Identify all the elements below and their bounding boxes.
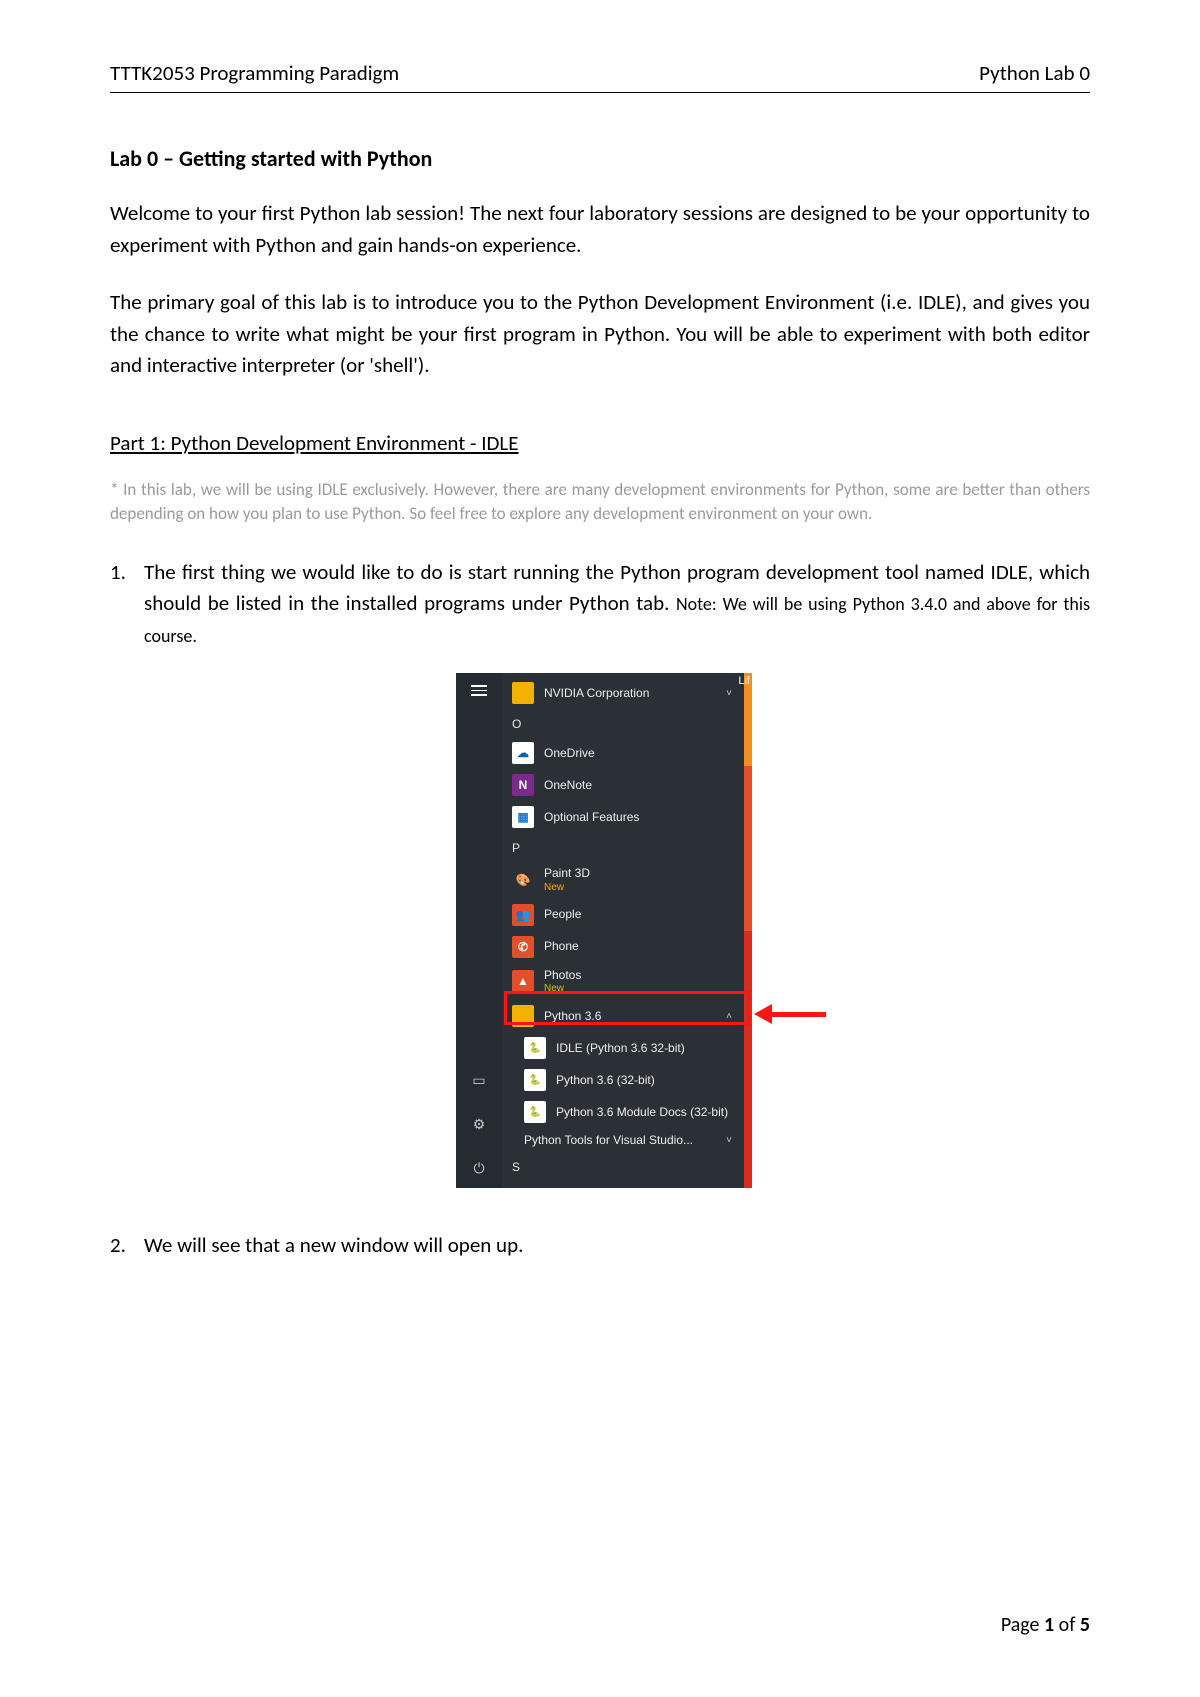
app-label: People [544,907,734,921]
app-people[interactable]: 👥 People [502,899,744,931]
start-rail: ▭ ⚙ ⏻ [456,673,502,1188]
settings-icon[interactable]: ⚙ [471,1116,487,1132]
header-right: Python Lab 0 [979,60,1090,86]
app-photos[interactable]: ▲ PhotosNew [502,963,744,1000]
folder-icon [512,682,534,704]
app-label: PhotosNew [544,968,734,995]
step-body: We will see that a new window will open … [144,1230,1090,1262]
tile-strip [744,673,752,1188]
footer-prefix: Page [1001,1613,1044,1637]
step-1: 1. The first thing we would like to do i… [110,557,1090,652]
app-python-docs[interactable]: 🐍 Python 3.6 Module Docs (32-bit) [502,1096,744,1128]
intro-para-1: Welcome to your first Python lab session… [110,198,1090,261]
chevron-up-icon: ˄ [726,1011,734,1022]
hamburger-icon[interactable] [471,685,487,696]
folder-icon [512,1005,534,1027]
optional-icon: ▦ [512,806,534,828]
letter-header-o[interactable]: O [502,709,744,737]
app-label: OneDrive [544,746,734,760]
step-2: 2. We will see that a new window will op… [110,1230,1090,1262]
footer-current: 1 [1044,1613,1054,1637]
start-menu: ▭ ⚙ ⏻ NVIDIA Corporation ˅ Lif O ☁ [456,673,744,1188]
tile-hint: Lif [738,675,750,687]
python-file-icon: 🐍 [524,1101,546,1123]
app-paint3d[interactable]: 🎨 Paint 3DNew [502,861,744,898]
app-label: Python 3.6 (32-bit) [556,1073,734,1087]
lab-title: Lab 0 – Getting started with Python [110,145,1090,172]
start-menu-screenshot: ▭ ⚙ ⏻ NVIDIA Corporation ˅ Lif O ☁ [110,673,1090,1188]
app-label: Paint 3DNew [544,866,734,893]
step-num: 1. [110,557,144,652]
footer-total: 5 [1080,1613,1090,1637]
paint3d-icon: 🎨 [512,869,534,891]
app-onedrive[interactable]: ☁ OneDrive [502,737,744,769]
app-python-tools[interactable]: Python Tools for Visual Studio... ˅ [502,1128,744,1152]
step-num: 2. [110,1230,144,1262]
onedrive-icon: ☁ [512,742,534,764]
part-heading: Part 1: Python Development Environment -… [110,430,1090,456]
phone-icon: ✆ [512,936,534,958]
app-label: Python 3.6 Module Docs (32-bit) [556,1105,734,1119]
letter-header-p[interactable]: P [502,833,744,861]
people-icon: 👥 [512,904,534,926]
app-label: NVIDIA Corporation [544,686,649,700]
app-label: IDLE (Python 3.6 32-bit) [556,1041,734,1055]
photos-icon: ▲ [512,970,534,992]
header-left: TTTK2053 Programming Paradigm [110,60,399,86]
app-python32bit[interactable]: 🐍 Python 3.6 (32-bit) [502,1064,744,1096]
letter-header-s[interactable]: S [502,1152,744,1180]
app-onenote[interactable]: N OneNote [502,769,744,801]
power-icon[interactable]: ⏻ [471,1160,487,1176]
app-label: OneNote [544,778,734,792]
app-label: Python 3.6 [544,1009,601,1023]
arrow-head-icon [754,1004,772,1024]
app-label: Python Tools for Visual Studio... [524,1133,716,1147]
app-python36-folder[interactable]: Python 3.6 ˄ [502,1000,744,1032]
app-list: NVIDIA Corporation ˅ Lif O ☁ OneDrive N … [502,673,744,1188]
python-file-icon: 🐍 [524,1037,546,1059]
footer-mid: of [1054,1613,1080,1637]
app-nvidia[interactable]: NVIDIA Corporation ˅ Lif [502,677,744,709]
explorer-icon[interactable]: ▭ [471,1072,487,1088]
app-label: Phone [544,939,734,953]
python-file-icon: 🐍 [524,1069,546,1091]
app-optional-features[interactable]: ▦ Optional Features [502,801,744,833]
environment-note: * In this lab, we will be using IDLE exc… [110,478,1090,527]
callout-arrow [754,1004,826,1024]
arrow-line [772,1012,826,1017]
chevron-down-icon: ˅ [726,1135,734,1146]
page-header: TTTK2053 Programming Paradigm Python Lab… [110,60,1090,93]
app-label: Optional Features [544,810,734,824]
step-body: The first thing we would like to do is s… [144,557,1090,652]
app-idle[interactable]: 🐍 IDLE (Python 3.6 32-bit) [502,1032,744,1064]
onenote-icon: N [512,774,534,796]
page-footer: Page 1 of 5 [1001,1613,1090,1637]
app-phone[interactable]: ✆ Phone [502,931,744,963]
intro-para-2: The primary goal of this lab is to intro… [110,287,1090,382]
chevron-down-icon: ˅ [726,688,734,699]
